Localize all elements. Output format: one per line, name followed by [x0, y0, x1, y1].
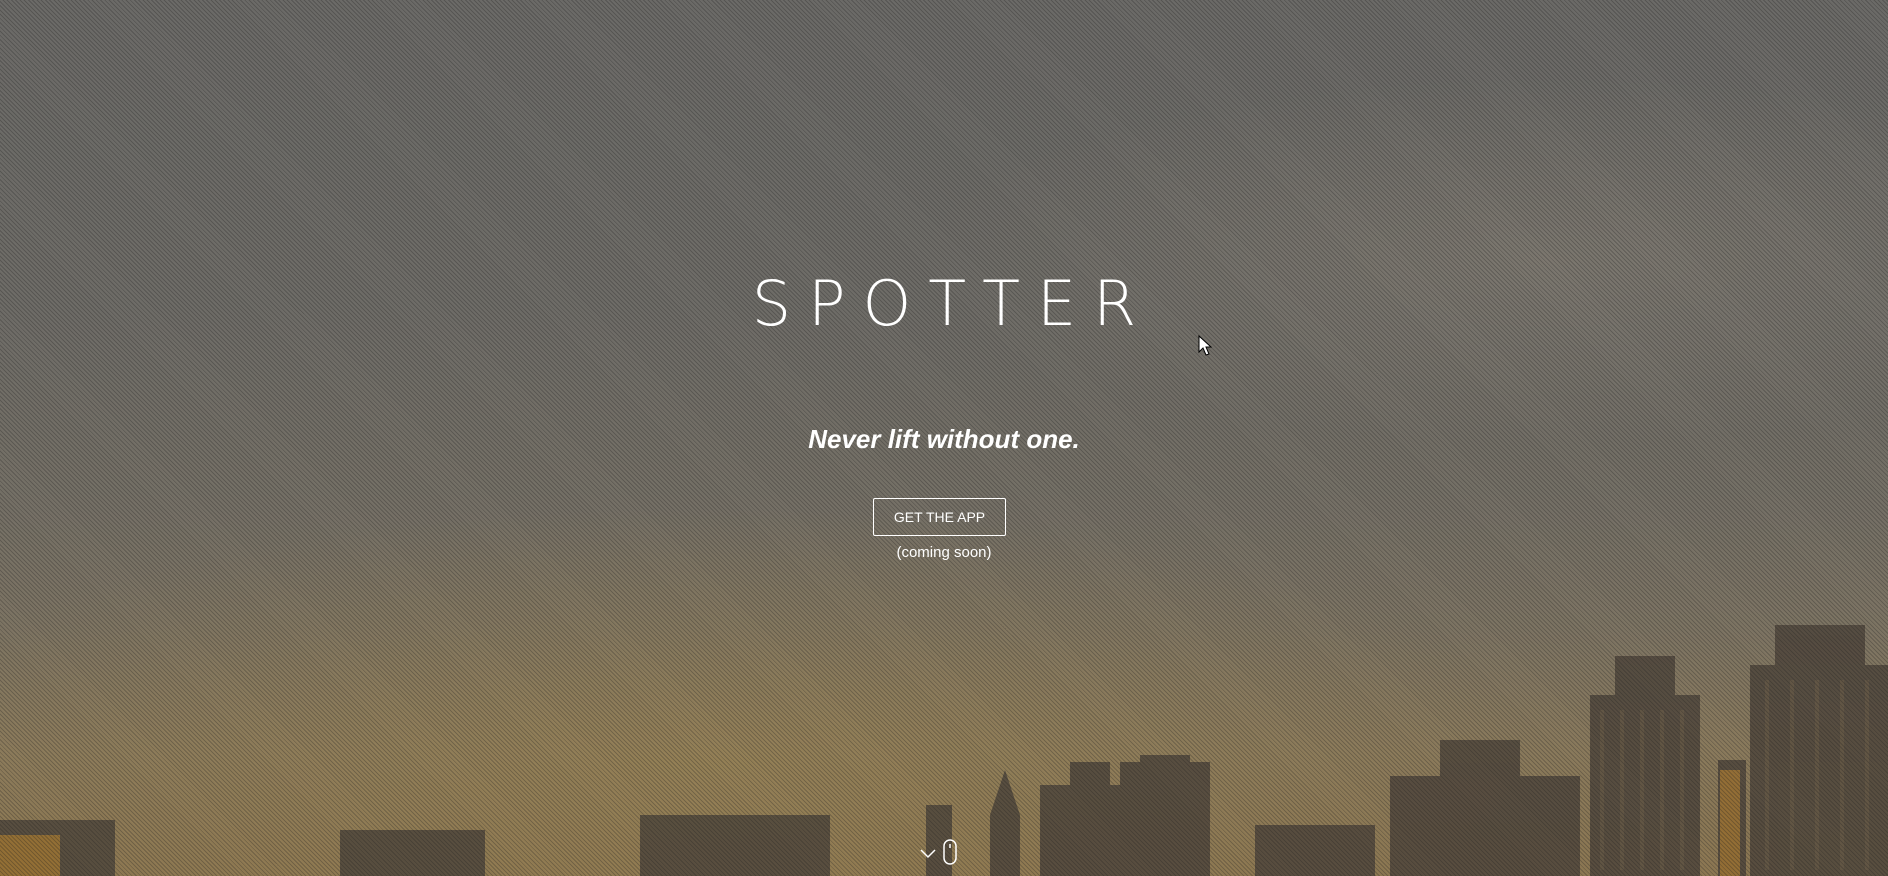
scroll-down-indicator[interactable]	[918, 838, 964, 868]
chevron-down-icon	[920, 849, 936, 859]
coming-soon-note: (coming soon)	[896, 544, 992, 561]
get-the-app-button[interactable]: GET THE APP	[873, 498, 1006, 536]
hero-content: SPOTTER Never lift without one. GET THE …	[0, 0, 1888, 876]
hero-section: SPOTTER Never lift without one. GET THE …	[0, 0, 1888, 876]
cursor-icon	[1198, 335, 1212, 356]
mouse-icon	[943, 839, 957, 865]
brand-logo-text: SPOTTER	[751, 267, 1154, 340]
tagline: Never lift without one.	[808, 424, 1080, 454]
